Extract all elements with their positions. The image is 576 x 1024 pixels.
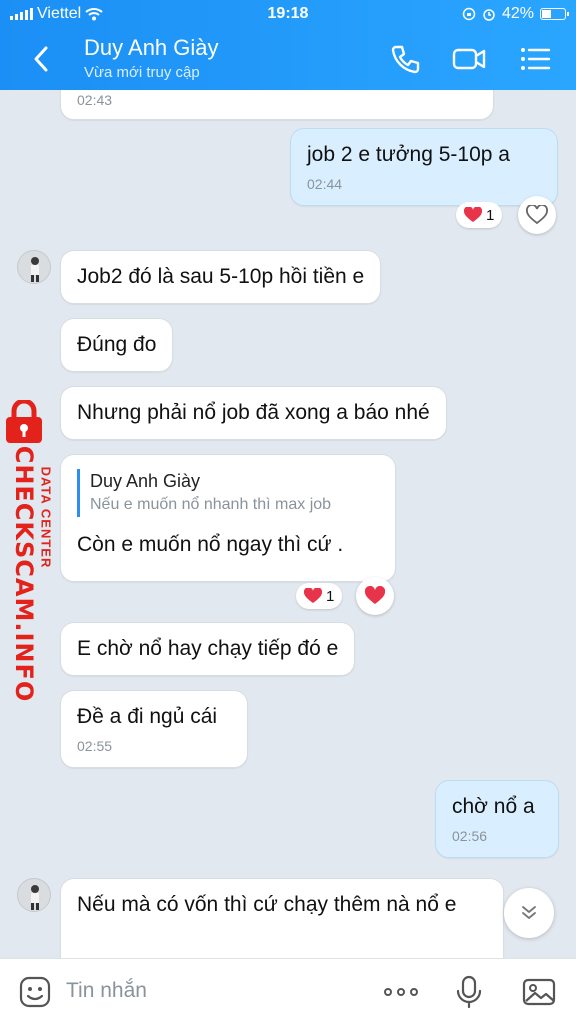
message-time: 02:43 <box>77 92 113 108</box>
react-button[interactable] <box>518 196 556 234</box>
message-time: 02:55 <box>77 738 113 754</box>
person-photo-icon <box>18 251 50 283</box>
message-bubble[interactable]: E chờ nổ hay chạy tiếp đó e <box>60 622 356 676</box>
message-text: E chờ nổ hay chạy tiếp đó e <box>77 637 339 660</box>
reaction-count[interactable]: 1 <box>296 583 343 609</box>
video-call-icon[interactable] <box>452 42 486 76</box>
reply-message-bubble[interactable]: Duy Anh Giày Nếu e muốn nổ nhanh thì max… <box>60 454 396 582</box>
heart-icon <box>464 207 482 222</box>
message-text: Đúng đo <box>77 333 157 356</box>
message-time: 02:44 <box>307 176 343 192</box>
contact-status: Vừa mới truy cập <box>84 64 200 81</box>
message-time: 02:56 <box>452 828 488 844</box>
more-options-icon[interactable] <box>382 975 420 1009</box>
reaction-count-value: 1 <box>326 587 335 605</box>
heart-outline-icon <box>526 205 548 225</box>
back-arrow-icon[interactable] <box>28 44 56 74</box>
message-bubble[interactable]: 02:43 <box>60 90 494 120</box>
my-message-bubble[interactable]: job 2 e tưởng 5-10p a 02:44 <box>290 128 558 206</box>
message-input[interactable]: Tin nhắn <box>66 979 147 1003</box>
scroll-to-bottom-button[interactable] <box>504 888 554 938</box>
message-text: job 2 e tưởng 5-10p a <box>307 143 510 166</box>
avatar[interactable] <box>17 878 51 912</box>
menu-icon[interactable] <box>518 42 552 76</box>
contact-name[interactable]: Duy Anh Giày <box>84 35 219 61</box>
message-text: Nếu mà có vốn thì cứ chạy thêm nà nổ e <box>77 893 457 916</box>
quoted-message[interactable]: Duy Anh Giày Nếu e muốn nổ nhanh thì max… <box>77 469 379 517</box>
message-text: Nhưng phải nổ job đã xong a báo nhé <box>77 401 430 424</box>
sticker-icon[interactable] <box>18 975 52 1009</box>
watermark-tag: DATA CENTER <box>38 466 54 569</box>
message-text: Đề a đi ngủ cái <box>77 705 218 728</box>
double-chevron-down-icon <box>522 906 536 919</box>
reaction-count-value: 1 <box>486 206 495 224</box>
status-bar: Viettel 19:18 42% <box>0 0 576 30</box>
message-composer: Tin nhắn <box>0 958 576 1024</box>
message-bubble[interactable]: Đúng đo <box>60 318 174 372</box>
phone-call-icon[interactable] <box>388 42 422 76</box>
rotation-lock-icon <box>462 7 476 21</box>
message-text: Job2 đó là sau 5-10p hồi tiền e <box>77 265 365 288</box>
message-bubble[interactable]: Nhưng phải nổ job đã xong a báo nhé <box>60 386 447 440</box>
battery-icon <box>540 8 569 20</box>
chat-header: Viettel 19:18 42% Duy Anh Giày Vừa mới t… <box>0 0 576 90</box>
image-icon[interactable] <box>522 975 556 1009</box>
status-right: 42% <box>462 5 569 23</box>
battery-percent: 42% <box>501 5 534 22</box>
person-photo-icon <box>18 879 50 911</box>
message-bubble[interactable]: Nếu mà có vốn thì cứ chạy thêm nà nổ e <box>60 878 504 958</box>
my-message-bubble[interactable]: chờ nổ a 02:56 <box>435 780 559 858</box>
message-bubble[interactable]: Đề a đi ngủ cái 02:55 <box>60 690 248 768</box>
quoted-author: Duy Anh Giày <box>90 471 201 491</box>
watermark: DATA CENTER CHECKSCAM.INFO <box>4 400 60 702</box>
heart-icon <box>364 586 386 604</box>
message-bubble[interactable]: Job2 đó là sau 5-10p hồi tiền e <box>60 250 382 304</box>
message-text: chờ nổ a <box>452 795 535 818</box>
battery-fill <box>542 10 551 18</box>
quoted-text: Nếu e muốn nổ nhanh thì max job <box>90 496 332 513</box>
watermark-brand: CHECKSCAM.INFO <box>10 445 38 703</box>
reaction-count[interactable]: 1 <box>456 202 503 228</box>
message-text: Còn e muốn nổ ngay thì cứ . <box>77 533 344 556</box>
avatar[interactable] <box>17 250 51 284</box>
microphone-icon[interactable] <box>452 975 486 1009</box>
message-list[interactable]: 02:43 job 2 e tưởng 5-10p a 02:44 1 Job2… <box>0 90 576 958</box>
heart-icon <box>304 588 322 603</box>
react-button[interactable] <box>356 577 394 615</box>
padlock-icon <box>6 400 42 443</box>
alarm-icon <box>483 9 495 21</box>
